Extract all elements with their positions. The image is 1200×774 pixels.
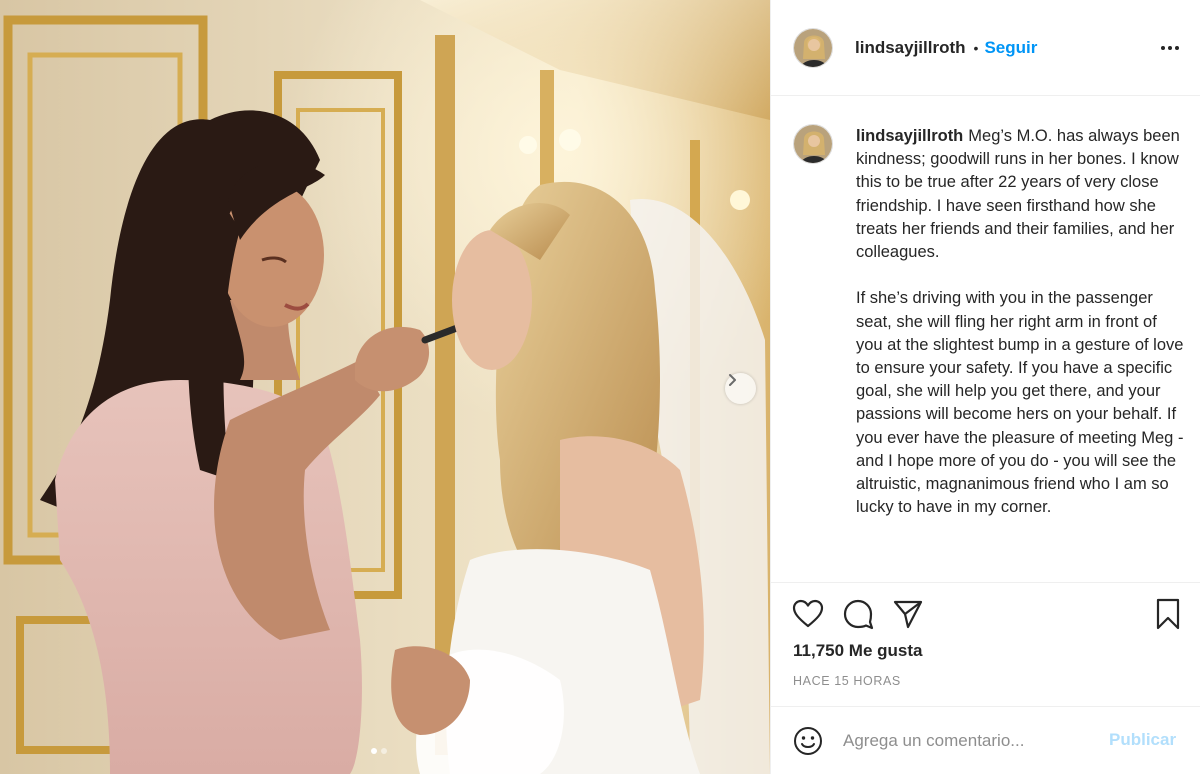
action-bar <box>771 582 1200 642</box>
emoji-icon <box>794 727 822 755</box>
share-icon <box>893 600 923 629</box>
follow-button[interactable]: Seguir <box>984 38 1037 58</box>
caption-paragraph: lindsayjillroth Meg’s M.O. has always bee… <box>856 125 1186 264</box>
comment-button[interactable] <box>841 597 875 631</box>
avatar-image <box>794 125 832 163</box>
caption-paragraph-1: Meg’s M.O. has always been kindness; goo… <box>856 127 1180 262</box>
publish-button[interactable]: Publicar <box>1109 730 1176 750</box>
comment-input[interactable] <box>843 727 1093 755</box>
carousel-dot <box>381 748 387 754</box>
comment-icon <box>843 599 874 630</box>
photo-illustration <box>0 0 770 774</box>
avatar[interactable] <box>793 27 833 68</box>
avatar-image <box>794 28 832 67</box>
more-options-icon[interactable] <box>1161 38 1183 58</box>
caption-avatar[interactable] <box>793 124 833 164</box>
post-side-panel: lindsayjillroth • Seguir lindsayjillroth… <box>770 0 1200 774</box>
caption-username[interactable]: lindsayjillroth <box>856 127 963 145</box>
caption-text: lindsayjillroth Meg’s M.O. has always bee… <box>856 125 1186 543</box>
like-count[interactable]: 11,750 Me gusta <box>793 641 922 661</box>
header-separator: • <box>973 39 979 56</box>
save-button[interactable] <box>1151 597 1185 631</box>
share-button[interactable] <box>891 597 925 631</box>
emoji-button[interactable] <box>791 724 825 758</box>
like-button[interactable] <box>791 597 825 631</box>
post-header: lindsayjillroth • Seguir <box>771 0 1200 96</box>
carousel-dot-active <box>371 748 377 754</box>
carousel-indicator <box>371 748 387 754</box>
carousel-next-button[interactable] <box>725 373 756 404</box>
instagram-post: lindsayjillroth • Seguir lindsayjillroth… <box>0 0 1200 774</box>
heart-icon <box>792 599 824 628</box>
caption-scroll-area[interactable]: lindsayjillroth Meg’s M.O. has always bee… <box>771 97 1200 581</box>
caption-paragraph-2: If she’s driving with you in the passeng… <box>856 289 1184 517</box>
add-comment-bar: Publicar <box>771 706 1200 774</box>
post-author-username[interactable]: lindsayjillroth <box>855 38 966 58</box>
post-photo[interactable] <box>0 0 770 774</box>
bookmark-icon <box>1156 598 1180 630</box>
post-timestamp[interactable]: HACE 15 HORAS <box>793 674 901 688</box>
chevron-right-icon <box>729 374 736 386</box>
